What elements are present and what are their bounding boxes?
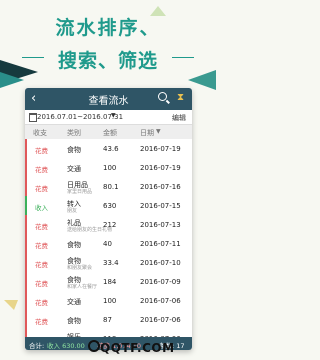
row-date: 2016-07-06 [140, 297, 181, 305]
row-type: 花费 [35, 299, 48, 307]
row-color-bar [25, 234, 27, 253]
search-icon[interactable] [158, 92, 167, 101]
row-category: 食物 [67, 241, 81, 249]
row-amount: 184 [103, 278, 117, 286]
row-amount: 43.6 [103, 145, 119, 153]
app-bar: ‹ 查看流水 ⧗ [25, 88, 192, 110]
row-date: 2016-07-19 [140, 164, 181, 172]
column-header-type[interactable]: 收支 [33, 128, 47, 138]
table-row[interactable]: 花费 日用品 家里日用品 80.1 2016-07-16 [25, 177, 192, 197]
table-row[interactable]: 花费 交通 100 2016-07-06 [25, 291, 192, 311]
row-date: 2016-07-09 [140, 278, 181, 286]
total-label: 合计: [29, 342, 45, 350]
row-note: 朋友 [67, 208, 78, 214]
row-date: 2016-07-06 [140, 316, 181, 324]
row-amount: 212 [103, 221, 117, 229]
row-date: 2016-07-13 [140, 221, 181, 229]
table-row[interactable]: 收入 转入 朋友 630 2016-07-15 [25, 196, 192, 216]
row-category: 食物 [67, 146, 81, 154]
row-category: 食物 [67, 317, 81, 325]
table-row[interactable]: 花费 食物 和朋友聚会 33.4 2016-07-10 [25, 253, 192, 273]
table-row[interactable]: 花费 交通 100 2016-07-19 [25, 158, 192, 178]
row-date: 2016-07-11 [140, 240, 181, 248]
column-header-amount[interactable]: 金额 [103, 128, 117, 138]
column-header-date[interactable]: 日期 [140, 128, 154, 138]
table-row[interactable]: 花费 食物 40 2016-07-11 [25, 234, 192, 254]
row-type: 花费 [35, 166, 48, 174]
watermark-logo [88, 340, 100, 352]
hero-title-line1: 流水排序、 [55, 17, 161, 39]
filter-hourglass-icon[interactable]: ⧗ [177, 92, 184, 103]
row-color-bar [25, 291, 27, 310]
row-type: 花费 [35, 280, 48, 288]
row-amount: 630 [103, 202, 117, 210]
watermark-text: QQTF.COM [100, 341, 175, 355]
row-color-bar [25, 177, 27, 196]
row-date: 2016-07-16 [140, 183, 181, 191]
row-color-bar [25, 215, 27, 234]
row-note: 家里日用品 [67, 189, 93, 195]
table-header: 收支 类别 金额 日期 ▼ [25, 125, 192, 139]
row-date: 2016-07-15 [140, 202, 181, 210]
row-note: 和朋友聚会 [67, 265, 93, 271]
table-row[interactable]: 花费 食物 87 2016-07-06 [25, 310, 192, 330]
row-amount: 100 [103, 164, 117, 172]
row-date: 2016-07-10 [140, 259, 181, 267]
phone-screen: ‹ 查看流水 ⧗ 2016.07.01~2016.07.31 ▼ 编辑 收支 类… [25, 88, 192, 350]
decor-triangle [188, 70, 216, 90]
row-category: 交通 [67, 298, 81, 306]
calendar-icon[interactable] [29, 113, 37, 122]
row-color-bar [25, 272, 27, 291]
sort-icon: ▼ [156, 128, 161, 135]
chevron-down-icon[interactable]: ▼ [111, 112, 116, 119]
column-header-category[interactable]: 类别 [67, 128, 81, 138]
row-amount: 80.1 [103, 183, 119, 191]
table-row[interactable]: 花费 食物 43.6 2016-07-19 [25, 139, 192, 159]
row-amount: 100 [103, 297, 117, 305]
row-type: 花费 [35, 147, 48, 155]
row-color-bar [25, 139, 27, 158]
decor-triangle [0, 72, 24, 88]
row-amount: 40 [103, 240, 112, 248]
row-date: 2016-07-19 [140, 145, 181, 153]
date-range-bar: 2016.07.01~2016.07.31 ▼ 编辑 [25, 110, 192, 125]
row-color-bar [25, 310, 27, 329]
decor-triangle [4, 300, 18, 310]
row-color-bar [25, 196, 27, 215]
row-type: 花费 [35, 185, 48, 193]
row-category: 交通 [67, 165, 81, 173]
row-note: 和家人在餐厅 [67, 284, 98, 290]
row-type: 花费 [35, 318, 48, 326]
row-type: 花费 [35, 261, 48, 269]
row-type: 花费 [35, 223, 48, 231]
hero-title-line2: 搜索、筛选 [57, 50, 158, 72]
row-amount: 33.4 [103, 259, 119, 267]
row-amount: 87 [103, 316, 112, 324]
table-row[interactable]: 花费 食物 和家人在餐厅 184 2016-07-09 [25, 272, 192, 292]
edit-button[interactable]: 编辑 [172, 113, 186, 123]
row-color-bar [25, 158, 27, 177]
row-color-bar [25, 253, 27, 272]
row-type: 花费 [35, 242, 48, 250]
income-total: 收入 630.00 [47, 342, 85, 350]
row-type: 收入 [35, 204, 48, 212]
table-row[interactable]: 花费 礼品 送给朋友的生日礼物 212 2016-07-13 [25, 215, 192, 235]
